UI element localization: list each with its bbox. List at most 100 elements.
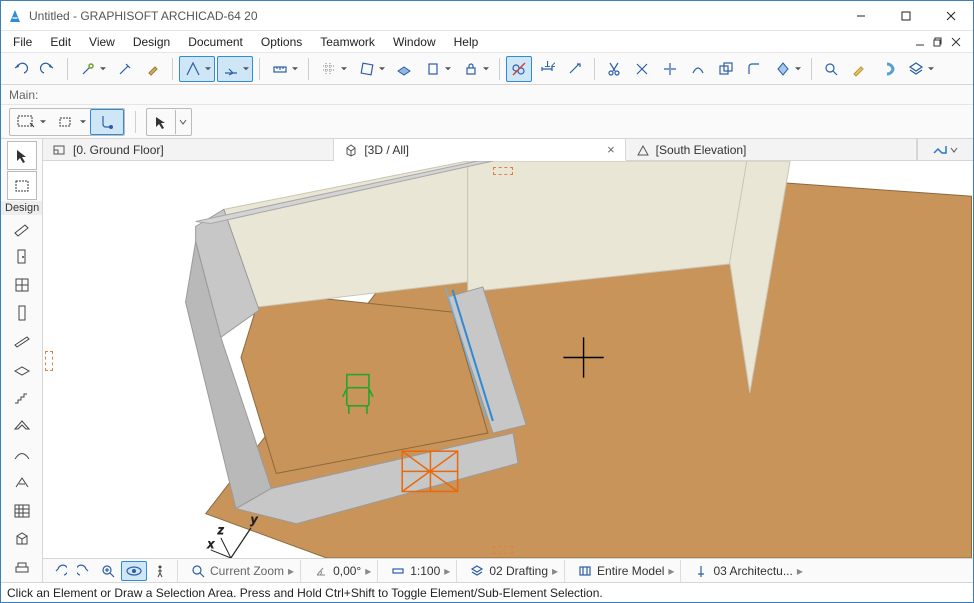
tab-overflow[interactable] [917,139,973,160]
menu-file[interactable]: File [5,33,40,51]
scale-value[interactable]: 1:100 [410,564,440,578]
app-window: Untitled - GRAPHISOFT ARCHICAD-64 20 Fil… [0,0,974,603]
menu-window[interactable]: Window [385,33,444,51]
snap-guide-button[interactable] [217,56,253,82]
snap-button[interactable] [353,56,389,82]
angle-value[interactable]: 0,00° [333,564,361,578]
marquee-tool[interactable] [7,171,37,200]
marquee-rect-button[interactable] [10,109,50,135]
curtainwall-tool[interactable] [7,497,37,524]
app-icon [7,8,23,24]
chevron-right-icon: ▸ [552,564,558,578]
tab-close-button[interactable]: × [607,142,615,157]
eyedropper-button[interactable] [140,56,166,82]
menubar: File Edit View Design Document Options T… [1,31,973,53]
nav-next-button[interactable] [73,561,95,581]
3d-viewport[interactable]: y x z [43,161,973,558]
arrow-mode-button[interactable] [147,109,175,135]
window-title: Untitled - GRAPHISOFT ARCHICAD-64 20 [29,9,838,23]
inject-button[interactable] [112,56,138,82]
roof-tool[interactable] [7,413,37,440]
gravity-button[interactable] [419,56,455,82]
split-button[interactable] [657,56,683,82]
attributes-button[interactable] [902,56,938,82]
offset-button[interactable] [769,56,805,82]
edit-selection-button[interactable] [846,56,872,82]
lock-button[interactable] [457,56,493,82]
menu-help[interactable]: Help [446,33,487,51]
split-handle-left[interactable] [45,351,53,371]
svg-text:y: y [250,513,258,527]
cut-button[interactable] [601,56,627,82]
undo-button[interactable] [7,56,33,82]
plane-button[interactable] [391,56,417,82]
walk-button[interactable] [149,561,171,581]
menu-document[interactable]: Document [180,33,251,51]
find-button[interactable] [818,56,844,82]
arrow-tool[interactable] [7,141,37,170]
view-value[interactable]: 03 Architectu... [713,564,792,578]
pickup-button[interactable] [74,56,110,82]
nav-prev-button[interactable] [49,561,71,581]
mdi-close[interactable] [949,35,963,49]
mdi-restore[interactable] [931,35,945,49]
slab-tool[interactable] [7,356,37,383]
split-handle-top[interactable] [493,167,513,175]
cube-icon [344,143,358,157]
adjust-button[interactable] [685,56,711,82]
zoom-fit-button[interactable] [97,561,119,581]
tab-south-elevation[interactable]: [South Elevation] [626,139,917,160]
menu-options[interactable]: Options [253,33,310,51]
window-tool[interactable] [7,272,37,299]
grid-button[interactable] [315,56,351,82]
layer-value[interactable]: 02 Drafting [489,564,548,578]
quick-select-button[interactable] [90,109,124,135]
door-tool[interactable] [7,243,37,270]
beam-tool[interactable] [7,328,37,355]
separator [811,58,812,80]
intersect-button[interactable] [713,56,739,82]
ruler-button[interactable] [266,56,302,82]
object-tool[interactable] [7,554,37,581]
redo-button[interactable] [35,56,61,82]
trim-button[interactable] [629,56,655,82]
tab-3d[interactable]: [3D / All] × [334,139,625,161]
menu-design[interactable]: Design [125,33,178,51]
menu-view[interactable]: View [81,33,123,51]
split-handle-bottom[interactable] [493,546,513,554]
dimension-button[interactable]: 12 [534,56,560,82]
maximize-button[interactable] [883,1,928,30]
skylight-tool[interactable] [7,469,37,496]
morph-tool[interactable] [7,526,37,553]
menu-teamwork[interactable]: Teamwork [312,33,383,51]
toolbox-group-label: Design [1,201,42,215]
wall-tool[interactable] [7,215,37,242]
fillet-button[interactable] [741,56,767,82]
orbit-button[interactable] [121,561,147,581]
show-all-button[interactable] [874,56,900,82]
shell-tool[interactable] [7,441,37,468]
toolbox: Design [1,139,43,582]
editor-area: [0. Ground Floor] [3D / All] × [South El… [43,139,973,582]
column-tool[interactable] [7,300,37,327]
minimize-button[interactable] [838,1,883,30]
scale-icon [390,563,406,579]
selection-bar [1,105,973,139]
menu-edit[interactable]: Edit [42,33,79,51]
model-value[interactable]: Entire Model [597,564,664,578]
elevation-icon [636,143,650,157]
floorplan-icon [53,143,67,157]
marquee-poly-button[interactable] [50,109,90,135]
zoom-label[interactable]: Current Zoom [210,564,284,578]
suspend-groups-button[interactable] [506,56,532,82]
stair-tool[interactable] [7,385,37,412]
close-button[interactable] [928,1,973,30]
chevron-right-icon: ▸ [365,564,371,578]
tab-ground-floor[interactable]: [0. Ground Floor] [43,139,334,160]
guideline-button[interactable] [179,56,215,82]
measure-button[interactable] [562,56,588,82]
mdi-minimize[interactable] [913,35,927,49]
tabstrip: [0. Ground Floor] [3D / All] × [South El… [43,139,973,161]
arrow-mode-dropdown[interactable] [175,109,191,135]
tab-label: [3D / All] [364,143,409,157]
